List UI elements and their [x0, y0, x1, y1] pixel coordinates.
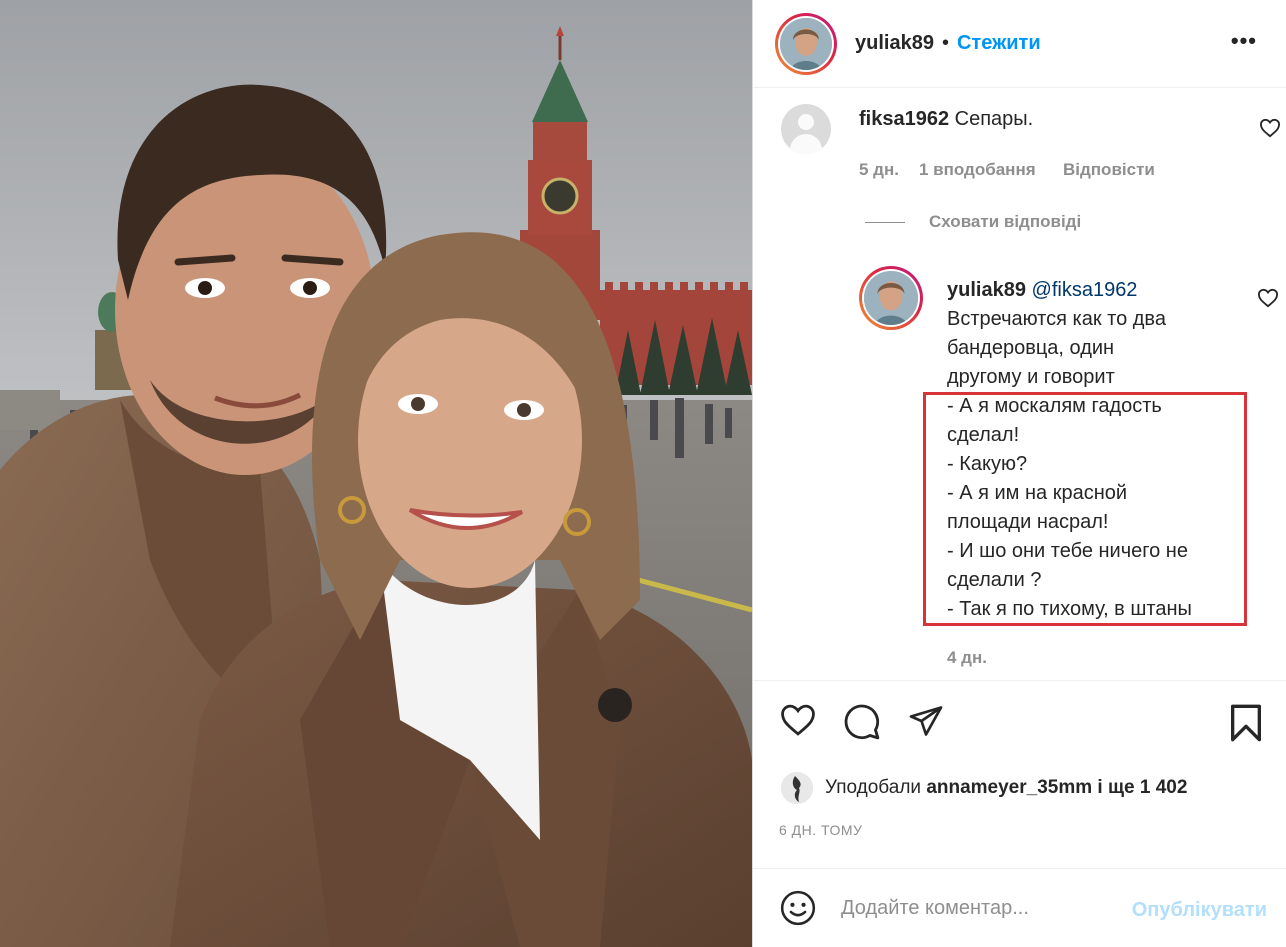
more-options-icon[interactable]: ••• — [1231, 28, 1257, 54]
reply-line: бандеровца, один — [947, 337, 1115, 359]
likes-summary: Уподобали annameyer_35mm і ще 1 402 — [781, 772, 1187, 804]
comment-text: fiksa1962 Сепары. — [859, 108, 1033, 131]
likes-count[interactable]: і ще 1 402 — [1097, 777, 1187, 799]
share-paper-plane-icon[interactable] — [907, 703, 945, 739]
author-avatar-image — [780, 17, 832, 70]
reply-line: - А я москалям гадость — [947, 395, 1162, 417]
reply-author-avatar[interactable] — [859, 266, 923, 330]
hide-replies-divider — [865, 221, 905, 223]
reply-line: площади насрал! — [947, 511, 1109, 533]
reply-line: Встречаются как то два — [947, 308, 1166, 330]
comment-bubble-icon[interactable] — [843, 703, 881, 741]
reply-author-avatar-image — [864, 271, 918, 325]
like-reply-heart-icon[interactable] — [1257, 288, 1279, 308]
like-comment-heart-icon[interactable] — [1259, 118, 1281, 138]
reply-line: - И шо они тебе ничего не — [947, 540, 1188, 562]
liker-avatar[interactable] — [781, 772, 813, 804]
add-comment-bar: Додайте коментар... Опублікувати — [753, 868, 1286, 947]
reply-line: сделали ? — [947, 569, 1042, 591]
reply-button[interactable]: Відповісти — [1063, 160, 1155, 180]
emoji-smile-icon[interactable] — [779, 889, 817, 927]
reply-mention[interactable]: @fiksa1962 — [1032, 279, 1138, 301]
reply-text: yuliak89 @fiksa1962 Встречаются как то д… — [947, 276, 1247, 624]
like-heart-icon[interactable] — [779, 703, 817, 737]
reply-line: - Так я по тихому, в штаны — [947, 598, 1192, 620]
commenter-username[interactable]: fiksa1962 — [859, 108, 949, 130]
reply-username[interactable]: yuliak89 — [947, 279, 1026, 301]
post-photo — [0, 0, 752, 947]
author-avatar[interactable] — [775, 12, 837, 75]
comment-input[interactable]: Додайте коментар... — [841, 897, 1101, 920]
reply-line: - Какую? — [947, 453, 1028, 475]
comment-age[interactable]: 5 дн. — [859, 160, 899, 180]
reply-line: сделал! — [947, 424, 1020, 446]
comment-reply: yuliak89 @fiksa1962 Встречаются как то д… — [859, 266, 1279, 667]
publish-comment-button[interactable]: Опублікувати — [1132, 899, 1267, 922]
commenter-avatar[interactable] — [781, 104, 831, 154]
hide-replies-label[interactable]: Сховати відповіді — [929, 212, 1081, 232]
save-bookmark-icon[interactable] — [1229, 703, 1263, 743]
selfie-image — [0, 0, 752, 947]
header-separator: • — [941, 32, 949, 54]
hide-replies[interactable]: Сховати відповіді — [865, 212, 1081, 232]
likes-prefix: Уподобали — [825, 777, 922, 798]
reply-line: - А я им на красной — [947, 482, 1128, 504]
author-username[interactable]: yuliak89 — [855, 32, 934, 55]
follow-button[interactable]: Стежити — [957, 32, 1041, 55]
post-actions — [753, 680, 1286, 770]
comment-likes-count[interactable]: 1 вподобання — [919, 160, 1036, 180]
liker-username[interactable]: annameyer_35mm — [926, 777, 1092, 799]
reply-age[interactable]: 4 дн. — [947, 648, 987, 668]
reply-line: другому и говорит — [947, 366, 1115, 388]
post-header: yuliak89 • Стежити ••• — [753, 0, 1286, 88]
post-time: 6 ДН. ТОМУ — [779, 822, 863, 838]
post-side-panel: yuliak89 • Стежити ••• fiksa1962 Сепары.… — [752, 0, 1286, 947]
comment-body: Сепары. — [954, 108, 1034, 130]
